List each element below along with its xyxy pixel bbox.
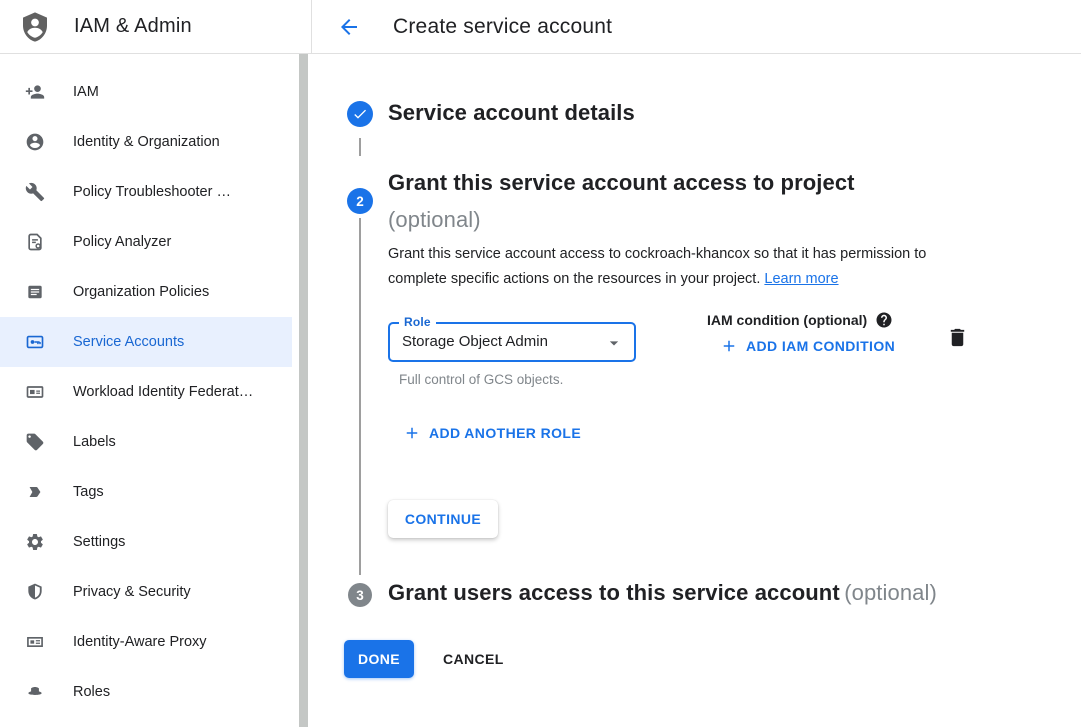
step1-completed-check-icon [347,101,373,127]
step2-number-badge: 2 [347,188,373,214]
sidebar-item-workload-identity-federat[interactable]: Workload Identity Federat… [0,367,292,417]
learn-more-link[interactable]: Learn more [764,271,838,287]
sidebar-item-policy-analyzer[interactable]: Policy Analyzer [0,217,292,267]
sidebar-item-label: Workload Identity Federat… [73,384,253,400]
shield-half-icon [25,582,45,602]
gear-icon [25,532,45,552]
sidebar-item-label: Organization Policies [73,284,209,300]
sidebar-item-label: Settings [73,534,125,550]
chevron-down-icon[interactable] [604,333,624,353]
step2-heading: Grant this service account access to pro… [388,166,855,237]
roles-hat-icon [25,682,45,702]
header-left: IAM & Admin [0,0,311,53]
plus-icon [720,337,738,355]
add-iam-condition-button[interactable]: ADD IAM CONDITION [720,337,895,355]
role-helper-text: Full control of GCS objects. [399,372,563,387]
continue-button[interactable]: CONTINUE [388,500,498,538]
step2-optional-label: (optional) [388,203,855,237]
iam-condition-label-row: IAM condition (optional) [707,311,893,329]
sidebar-item-organization-policies[interactable]: Organization Policies [0,267,292,317]
sidebar-nav: IAM Identity & Organization Policy Trouble… [0,54,311,717]
step-connector [359,138,361,156]
identity-person-icon [25,132,45,152]
sidebar-item-label: Service Accounts [73,334,184,350]
service-accounts-icon [25,332,45,352]
sidebar-item-label: Roles [73,684,110,700]
role-field-label: Role [399,315,436,329]
sidebar-item-policy-troubleshooter[interactable]: Policy Troubleshooter … [0,167,292,217]
sidebar-item-identity-aware-proxy[interactable]: Identity-Aware Proxy [0,617,292,667]
sidebar-item-identity-organization[interactable]: Identity & Organization [0,117,292,167]
sidebar-item-label: Tags [73,484,104,500]
sidebar-item-label: Identity-Aware Proxy [73,634,207,650]
step1-title: Service account details [388,100,635,126]
step2-description: Grant this service account access to coc… [388,242,984,292]
top-header: IAM & Admin Create service account [0,0,1081,54]
done-button[interactable]: DONE [344,640,414,678]
wrench-icon [25,182,45,202]
sidebar-item-label: Policy Troubleshooter … [73,184,231,200]
iap-icon [25,632,45,652]
sidebar-item-label: Identity & Organization [73,134,220,150]
iam-admin-shield-icon [19,11,51,43]
back-arrow-icon[interactable] [337,15,361,39]
add-another-role-label: ADD ANOTHER ROLE [429,425,581,441]
sidebar-item-label: Privacy & Security [73,584,191,600]
sidebar-item-labels[interactable]: Labels [0,417,292,467]
sidebar-item-iam[interactable]: IAM [0,67,292,117]
step3-heading: Grant users access to this service accou… [388,580,937,606]
sidebar-item-privacy-security[interactable]: Privacy & Security [0,567,292,617]
app-window: IAM & Admin Create service account IAM Id… [0,0,1081,727]
cancel-button[interactable]: CANCEL [433,640,514,678]
delete-role-trash-icon[interactable] [946,326,969,349]
person-add-icon [25,82,45,102]
step2-description-text: Grant this service account access to coc… [388,246,926,287]
app-title: IAM & Admin [74,15,192,38]
sidebar-item-label: Policy Analyzer [73,234,171,250]
sidebar-item-tags[interactable]: Tags [0,467,292,517]
add-iam-condition-label: ADD IAM CONDITION [746,338,895,354]
step-connector [359,218,361,575]
step3-optional-label: (optional) [844,580,937,605]
label-icon [25,432,45,452]
page-title: Create service account [393,15,612,39]
step3-title: Grant users access to this service accou… [388,580,840,605]
sidebar-item-service-accounts[interactable]: Service Accounts [0,317,292,367]
sidebar-item-label: Labels [73,434,116,450]
help-icon[interactable] [875,311,893,329]
iam-condition-label: IAM condition (optional) [707,312,867,328]
plus-icon [403,424,421,442]
sidebar-item-settings[interactable]: Settings [0,517,292,567]
sidebar-item-label: IAM [73,84,99,100]
step2-title: Grant this service account access to pro… [388,170,855,195]
step3-number-badge: 3 [348,583,372,607]
header-main: Create service account [311,0,1081,53]
workload-identity-icon [25,382,45,402]
sidebar: IAM Identity & Organization Policy Trouble… [0,54,311,727]
main-content: Service account details 2 Grant this ser… [311,54,1081,727]
role-selected-value: Storage Object Admin [402,333,548,350]
add-another-role-button[interactable]: ADD ANOTHER ROLE [403,424,581,442]
tag-icon [25,482,45,502]
policy-analyzer-icon [25,232,45,252]
role-select[interactable]: Role Storage Object Admin [388,322,636,362]
sidebar-scrollbar[interactable] [299,54,308,727]
sidebar-item-roles[interactable]: Roles [0,667,292,717]
org-policies-icon [25,282,45,302]
